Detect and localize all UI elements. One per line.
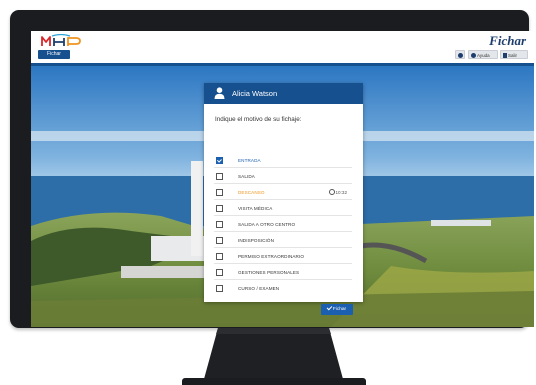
option-label: PERMISO EXTRAORDINARIO bbox=[238, 254, 305, 259]
option-label: ENTRADA bbox=[238, 158, 261, 163]
option-label: SALIDA A OTRO CENTRO bbox=[238, 222, 296, 227]
exit-label: Salir bbox=[508, 53, 518, 58]
help-label: Ayuda bbox=[477, 53, 490, 58]
checkbox-entrada[interactable] bbox=[216, 157, 223, 164]
option-indisposicion[interactable]: INDISPOSICIÓN bbox=[214, 233, 352, 248]
option-label: CURSO / EXAMEN bbox=[238, 286, 280, 291]
user-icon bbox=[214, 87, 225, 99]
option-time-value: 10:32 bbox=[335, 190, 348, 195]
option-time: 10:32 bbox=[328, 185, 348, 200]
option-gestiones-personales[interactable]: GESTIONES PERSONALES bbox=[214, 265, 352, 280]
option-salida[interactable]: SALIDA bbox=[214, 169, 352, 184]
checkbox-gestiones-personales[interactable] bbox=[216, 269, 223, 276]
monitor-bezel: Fichar Fichar Ayuda Salir Alicia Watson … bbox=[10, 10, 534, 328]
checkbox-descanso[interactable] bbox=[216, 189, 223, 196]
exit-button[interactable]: Salir bbox=[500, 50, 528, 59]
option-curso-examen[interactable]: CURSO / EXAMEN bbox=[214, 281, 352, 296]
checkbox-visita-medica[interactable] bbox=[216, 205, 223, 212]
app-header: Fichar Fichar Ayuda Salir bbox=[31, 31, 534, 63]
option-salida-otro-centro[interactable]: SALIDA A OTRO CENTRO bbox=[214, 217, 352, 232]
user-name: Alicia Watson bbox=[232, 89, 278, 98]
checkbox-indisposicion[interactable] bbox=[216, 237, 223, 244]
mhp-logo bbox=[41, 34, 81, 46]
refresh-icon bbox=[457, 53, 463, 59]
option-label: GESTIONES PERSONALES bbox=[238, 270, 300, 275]
checkbox-curso-examen[interactable] bbox=[216, 285, 223, 292]
card-header: Alicia Watson bbox=[204, 83, 363, 104]
option-label: INDISPOSICIÓN bbox=[238, 238, 275, 243]
monitor-screen: Fichar Fichar Ayuda Salir Alicia Watson … bbox=[31, 31, 534, 327]
brand-title: Fichar bbox=[489, 33, 526, 48]
option-entrada[interactable]: ENTRADA bbox=[214, 153, 352, 168]
monitor-base bbox=[182, 378, 366, 385]
check-in-card: Alicia Watson Indique el motivo de su fi… bbox=[204, 83, 363, 315]
logout-icon bbox=[503, 52, 507, 58]
checkbox-salida[interactable] bbox=[216, 173, 223, 180]
help-circle-icon bbox=[471, 52, 476, 58]
monitor-stand bbox=[204, 328, 343, 379]
checkbox-permiso-extraordinario[interactable] bbox=[216, 253, 223, 260]
submit-fichar-button[interactable]: Fichar bbox=[321, 304, 353, 315]
option-label: SALIDA bbox=[238, 174, 255, 179]
option-label: DESCANSO bbox=[238, 190, 265, 195]
option-label: VISITA MÉDICA bbox=[238, 206, 273, 211]
option-permiso-extraordinario[interactable]: PERMISO EXTRAORDINARIO bbox=[214, 249, 352, 264]
refresh-button[interactable] bbox=[455, 50, 465, 59]
checkbox-salida-otro-centro[interactable] bbox=[216, 221, 223, 228]
help-button[interactable]: Ayuda bbox=[468, 50, 498, 59]
check-icon bbox=[326, 304, 333, 311]
option-visita-medica[interactable]: VISITA MÉDICA bbox=[214, 201, 352, 216]
tab-fichar[interactable]: Fichar bbox=[38, 50, 70, 59]
submit-label: Fichar bbox=[332, 307, 347, 312]
option-descanso[interactable]: DESCANSO 10:32 bbox=[214, 185, 352, 200]
clock-icon bbox=[328, 189, 335, 196]
prompt-text: Indique el motivo de su fichaje: bbox=[215, 116, 302, 123]
